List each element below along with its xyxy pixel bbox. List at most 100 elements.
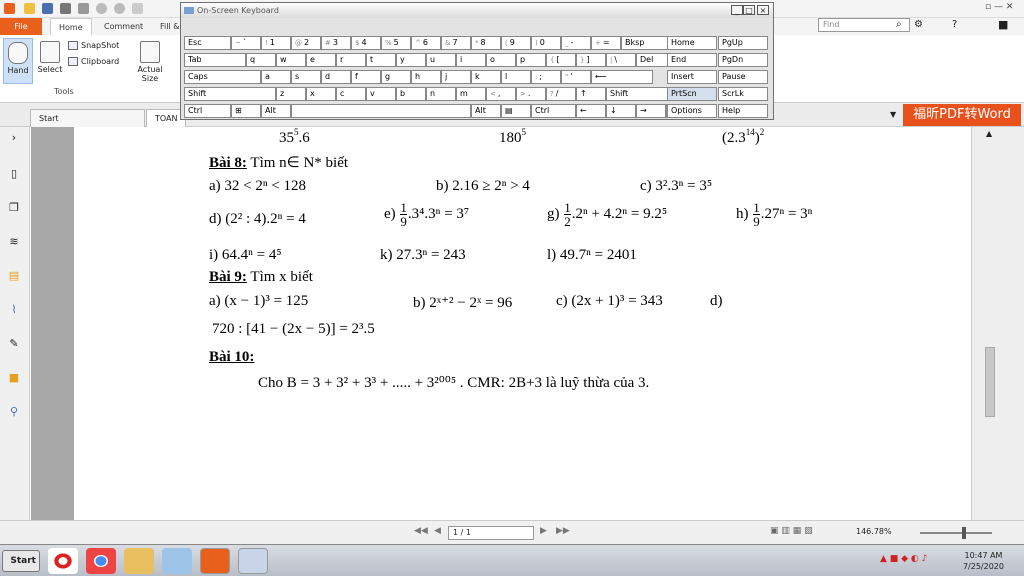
hand-button[interactable]: Hand (3, 38, 33, 84)
key-x[interactable]: >. (516, 87, 546, 101)
tab-start[interactable]: Start (30, 109, 145, 127)
key-x[interactable]: _ - (561, 36, 591, 50)
key-x[interactable]: ← (576, 104, 606, 118)
key-ctrl[interactable]: Ctrl (531, 104, 576, 118)
tab-comment[interactable]: Comment (96, 18, 151, 35)
key-x[interactable]: ⊞ (231, 104, 261, 118)
key-ctrl[interactable]: Ctrl (184, 104, 231, 118)
clipboard-button[interactable]: Clipboard (68, 57, 119, 66)
key-q[interactable]: q (246, 53, 276, 67)
key-pause[interactable]: Pause (718, 70, 768, 84)
bookmark-icon[interactable]: ▯ (6, 165, 22, 181)
key-c[interactable]: c (336, 87, 366, 101)
pages-icon[interactable]: ❐ (6, 199, 22, 215)
help-icon[interactable]: ? (952, 19, 957, 30)
key-help[interactable]: Help (718, 104, 768, 118)
page-number-input[interactable]: 1 / 1 (448, 526, 534, 540)
key-s[interactable]: s (291, 70, 321, 84)
convert-to-word-banner[interactable]: 福昕PDF转Word (903, 104, 1021, 126)
foxit-reader-icon[interactable] (200, 548, 230, 574)
redo-icon[interactable] (114, 3, 125, 14)
clock[interactable]: 10:47 AM 7/25/2020 (963, 550, 1004, 572)
key-u[interactable]: u (426, 53, 456, 67)
expand-panel-icon[interactable]: › (6, 129, 22, 145)
key-9[interactable]: (9 (501, 36, 531, 50)
nav-next-icon[interactable]: ▶ (540, 526, 547, 536)
window-controls[interactable]: ▫ — ✕ (985, 2, 1013, 12)
key-del[interactable]: Del (636, 53, 668, 67)
actual-size-button[interactable]: Actual Size (136, 38, 164, 84)
lock-icon[interactable]: ■ (6, 369, 22, 385)
key-l[interactable]: l (501, 70, 531, 84)
key-p[interactable]: p (516, 53, 546, 67)
osk-title-bar[interactable]: On-Screen Keyboard (181, 3, 773, 18)
key-shift[interactable]: Shift (184, 87, 276, 101)
key-6[interactable]: ^ 6 (411, 36, 441, 50)
key-alt[interactable]: Alt (261, 104, 291, 118)
tab-home[interactable]: Home (50, 18, 92, 35)
key-g[interactable]: g (381, 70, 411, 84)
save-icon[interactable] (42, 3, 53, 14)
key-prtscn[interactable]: PrtScn (667, 87, 717, 101)
key-pgdn[interactable]: PgDn (718, 53, 768, 67)
key-x[interactable]: }] (576, 53, 606, 67)
key-x[interactable]: + = (591, 36, 621, 50)
key-v[interactable]: v (366, 87, 396, 101)
key-b[interactable]: b (396, 87, 426, 101)
key-3[interactable]: #3 (321, 36, 351, 50)
zoom-slider[interactable] (920, 532, 992, 534)
comments-icon[interactable]: ▤ (6, 267, 22, 283)
key-space[interactable] (291, 104, 471, 118)
key-shift[interactable]: Shift (606, 87, 668, 101)
print-icon[interactable] (60, 3, 71, 14)
pointer-icon[interactable] (132, 3, 143, 14)
key-x[interactable]: " ' (561, 70, 591, 84)
zoom-level[interactable]: 146.78% (856, 527, 892, 536)
nav-prev-icon[interactable]: ◀ (434, 526, 441, 536)
key-insert[interactable]: Insert (667, 70, 717, 84)
key-7[interactable]: & 7 (441, 36, 471, 50)
key-x[interactable]: x (306, 87, 336, 101)
scroll-thumb[interactable] (985, 347, 995, 417)
app-icon[interactable] (4, 3, 15, 14)
maximize-button[interactable]: □ (743, 5, 755, 15)
key-esc[interactable]: Esc (184, 36, 231, 50)
key-caps[interactable]: Caps (184, 70, 261, 84)
key-home[interactable]: Home (667, 36, 717, 50)
key-scrlk[interactable]: ScrLk (718, 87, 768, 101)
signature-icon[interactable]: ✎ (6, 335, 22, 351)
close-button[interactable]: × (757, 5, 769, 15)
user-icon[interactable]: ■ (998, 18, 1008, 31)
key-f[interactable]: f (351, 70, 381, 84)
search-tool-icon[interactable]: ⚲ (6, 403, 22, 419)
file-explorer-icon[interactable] (124, 548, 154, 574)
key-x[interactable]: <, (486, 87, 516, 101)
key-2[interactable]: @2 (291, 36, 321, 50)
nav-first-icon[interactable]: ◀◀ (414, 526, 428, 536)
chrome-icon[interactable] (86, 548, 116, 574)
key-x[interactable]: :; (531, 70, 561, 84)
key-4[interactable]: $4 (351, 36, 381, 50)
key-i[interactable]: i (456, 53, 486, 67)
key-pgup[interactable]: PgUp (718, 36, 768, 50)
tray-icons[interactable]: ▲ ■ ◆ ◐ ♪ (880, 554, 927, 564)
open-icon[interactable] (24, 3, 35, 14)
key-x[interactable]: ▤ (501, 104, 531, 118)
keyboard-app-icon[interactable] (238, 548, 268, 574)
attachment-icon[interactable]: ⌇ (6, 301, 22, 317)
vertical-scrollbar[interactable]: ▲ (971, 127, 1024, 520)
key-n[interactable]: n (426, 87, 456, 101)
key-x[interactable]: ↓ (606, 104, 636, 118)
key-y[interactable]: y (396, 53, 426, 67)
select-button[interactable]: Select (35, 38, 65, 84)
key-e[interactable]: e (306, 53, 336, 67)
key-r[interactable]: r (336, 53, 366, 67)
tab-list-icon[interactable]: ▼ (890, 110, 896, 119)
key-options[interactable]: Options (667, 104, 717, 118)
view-mode-icons[interactable]: ▣ ▥ ▦ ▧ (770, 526, 813, 536)
key-x[interactable]: → (636, 104, 666, 118)
key-0[interactable]: ) 0 (531, 36, 561, 50)
key-alt[interactable]: Alt (471, 104, 501, 118)
key-j[interactable]: j (441, 70, 471, 84)
key-t[interactable]: t (366, 53, 396, 67)
